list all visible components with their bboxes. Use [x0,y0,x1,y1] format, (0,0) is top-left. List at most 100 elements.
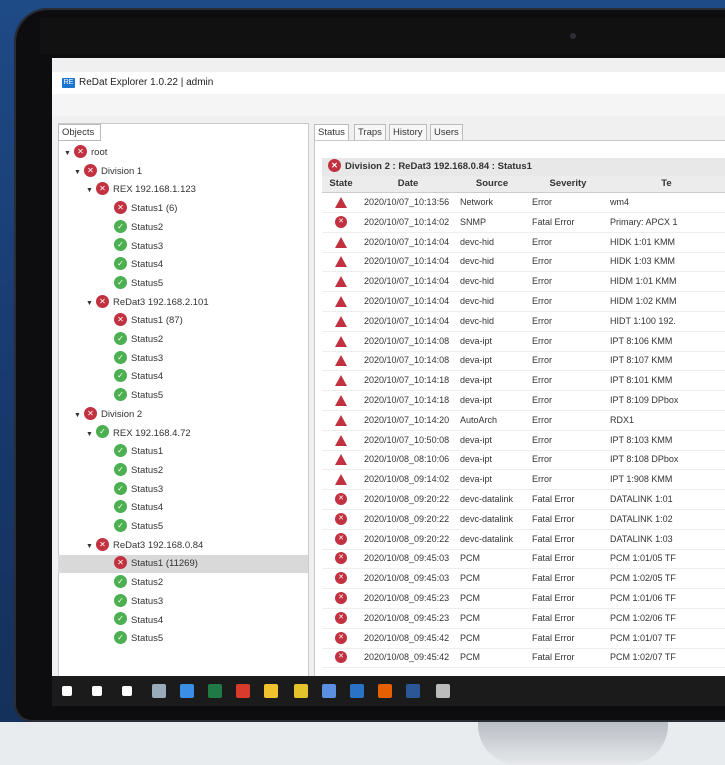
table-row[interactable]: 2020/10/08_09:20:22 devc-datalink Fatal Er… [322,490,725,510]
table-row[interactable]: 2020/10/07_10:14:08 deva-ipt Error IPT 8:10… [322,351,725,372]
table-row[interactable]: 2020/10/07_10:14:04 devc-hid Error HIDK 1:0… [322,233,725,253]
tree-item[interactable]: Status4 [58,368,308,386]
table-row[interactable]: 2020/10/08_09:45:23 PCM Fatal Error PCM 1:0… [322,589,725,609]
tree-item[interactable]: Status2 [58,331,308,349]
tree-item[interactable]: Status2 [58,574,308,592]
column-header[interactable]: State [322,176,360,192]
table-row[interactable]: 2020/10/08_08:10:06 deva-ipt Error IPT 8:10… [322,450,725,471]
column-header[interactable]: Te [608,176,725,192]
tab-status[interactable]: Status [314,124,349,141]
tree-item[interactable]: Status3 [58,481,308,499]
table-row[interactable]: 2020/10/08_09:20:22 devc-datalink Fatal Er… [322,510,725,530]
tree-item[interactable]: Status2 [58,462,308,480]
tree-item[interactable]: ▼ ReDat3 192.168.0.84 [58,537,308,555]
tree-item[interactable]: ▼ root [58,144,308,162]
state-cell [322,431,360,450]
table-row[interactable]: 2020/10/07_10:14:04 devc-hid Error HIDM 1:0… [322,292,725,312]
tree-item[interactable]: Status1 [58,443,308,461]
tree-item[interactable]: ▼ Division 2 [58,406,308,424]
state-cell [322,510,360,529]
tree-item[interactable]: Status4 [58,612,308,630]
source-cell: devc-hid [460,296,495,306]
ok-status-icon [114,481,127,495]
table-row[interactable]: 2020/10/08_09:45:42 PCM Fatal Error PCM 1:0… [322,629,725,649]
tree-item[interactable]: Status2 [58,219,308,237]
search-icon[interactable] [92,686,102,696]
expand-arrow-icon[interactable]: ▼ [74,407,84,425]
date-cell: 2020/10/08_09:45:03 [364,553,450,564]
table-row[interactable]: 2020/10/08_09:45:03 PCM Fatal Error PCM 1:0… [322,549,725,570]
expand-arrow-icon[interactable]: ▼ [86,295,96,313]
tree-item-label: Status2 [131,221,164,233]
table-row[interactable]: 2020/10/07_10:14:04 devc-hid Error HIDM 1:0… [322,272,725,293]
tree-item[interactable]: ▼ REX 192.168.4.72 [58,425,308,443]
excel-icon[interactable] [208,684,222,698]
date-cell: 2020/10/07_10:14:04 [364,315,450,326]
tree-item[interactable]: Status3 [58,350,308,368]
table-row[interactable]: 2020/10/07_10:14:02 SNMP Fatal Error Primar… [322,213,725,233]
expand-arrow-icon[interactable]: ▼ [64,145,74,163]
table-row[interactable]: 2020/10/08_09:45:42 PCM Fatal Error PCM 1:0… [322,648,725,669]
tree-item[interactable]: Status3 [58,593,308,611]
table-row[interactable]: 2020/10/07_10:14:18 deva-ipt Error IPT 8:10… [322,371,725,392]
save-app-icon[interactable] [322,684,336,698]
tree-item[interactable]: ▼ Division 1 [58,163,308,181]
column-header[interactable]: Date [360,176,456,192]
table-row[interactable]: 2020/10/08_09:45:03 PCM Fatal Error PCM 1:0… [322,569,725,590]
tree-item[interactable]: ▼ REX 192.168.1.123 [58,181,308,199]
firefox-icon[interactable] [378,684,392,698]
tab-objects[interactable]: Objects [58,124,101,141]
table-row[interactable]: 2020/10/07_10:13:56 Network Error wm4 [322,193,725,213]
tree-item[interactable]: Status5 [58,518,308,536]
task-view-icon[interactable] [122,686,132,696]
outlook-icon[interactable] [350,684,364,698]
severity-cell: Fatal Error [532,533,575,544]
column-header[interactable]: Source [456,176,528,192]
source-cell: PCM [460,652,480,663]
table-row[interactable]: 2020/10/07_10:14:18 deva-ipt Error IPT 8:10… [322,391,725,411]
expand-arrow-icon[interactable]: ▼ [74,164,84,182]
tree-item[interactable]: Status5 [58,630,308,648]
file-explorer-icon[interactable] [264,684,278,698]
tab-history[interactable]: History [389,124,427,141]
severity-cell: Error [532,434,552,445]
expand-arrow-icon[interactable]: ▼ [86,538,96,556]
ok-status-icon [114,500,127,514]
table-row[interactable]: 2020/10/07_10:14:04 devc-hid Error HIDK 1:0… [322,252,725,273]
fatal-error-icon [335,493,347,505]
table-row[interactable]: 2020/10/07_10:14:08 deva-ipt Error IPT 8:10… [322,332,725,352]
ie-browser-icon[interactable] [180,684,194,698]
table-row[interactable]: 2020/10/07_10:50:08 deva-ipt Error IPT 8:10… [322,431,725,451]
tool-app-icon[interactable] [436,684,450,698]
tree-item[interactable]: Status1 (6) [58,200,308,218]
table-row[interactable]: 2020/10/07_10:14:04 devc-hid Error HIDT 1:1… [322,312,725,332]
todo-app-icon[interactable] [236,684,250,698]
tree-item[interactable]: Status4 [58,499,308,517]
severity-cell: Error [532,454,552,465]
screen: RE ReDat Explorer 1.0.22 | admin Objects… [52,58,725,676]
tree-item[interactable]: Status3 [58,238,308,256]
text-cell: HIDK 1:03 KMM [610,256,676,267]
expand-arrow-icon[interactable]: ▼ [86,182,96,200]
word-icon[interactable] [406,684,420,698]
error-status-icon [74,144,87,158]
tab-users[interactable]: Users [430,124,463,141]
tree-item[interactable]: Status4 [58,256,308,274]
tree-item[interactable]: Status1 (87) [58,312,308,330]
table-row[interactable]: 2020/10/08_09:20:22 devc-datalink Fatal Er… [322,530,725,550]
severity-cell: Fatal Error [532,593,575,603]
table-row[interactable]: 2020/10/08_09:14:02 deva-ipt Error IPT 1:90… [322,470,725,491]
network-app-icon[interactable] [152,684,166,698]
tree-item[interactable]: Status5 [58,387,308,405]
text-cell: IPT 8:108 DPbox [610,454,679,465]
tab-traps[interactable]: Traps [354,124,386,141]
chrome-icon[interactable] [294,684,308,698]
expand-arrow-icon[interactable]: ▼ [86,426,96,444]
column-header[interactable]: Severity [528,176,608,192]
table-row[interactable]: 2020/10/07_10:14:20 AutoArch Error RDX1 [322,411,725,431]
table-row[interactable]: 2020/10/08_09:45:23 PCM Fatal Error PCM 1:0… [322,609,725,629]
tree-item[interactable]: ▼ ReDat3 192.168.2.101 [58,294,308,312]
tree-item[interactable]: Status5 [58,275,308,293]
tree-item[interactable]: Status1 (11269) [58,555,308,574]
windows-start-icon[interactable] [62,686,72,696]
